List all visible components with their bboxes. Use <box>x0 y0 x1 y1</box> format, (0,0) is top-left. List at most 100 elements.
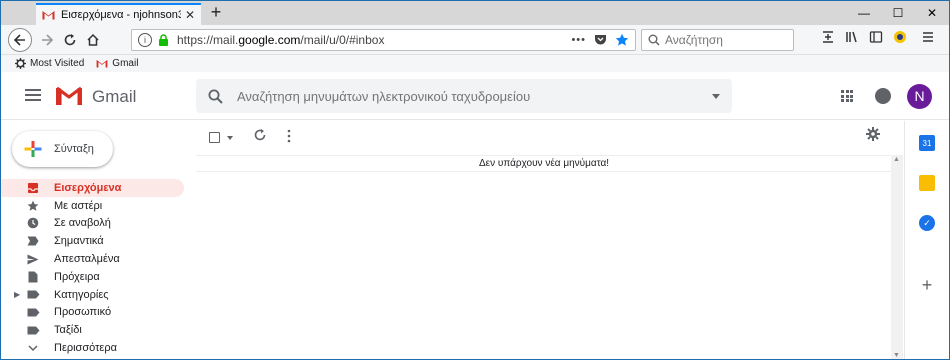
sidebar-item-starred[interactable]: Με αστέρι <box>1 197 191 215</box>
sidebar-item-label: Περισσότερα <box>54 342 117 355</box>
send-icon <box>26 253 40 265</box>
search-icon <box>648 34 660 46</box>
tab-strip: Εισερχόμενα - njohnson3769@ ✕ + — ☐ ✕ <box>1 1 949 25</box>
arrow-right-icon <box>42 34 54 46</box>
gmail-favicon-icon <box>42 11 55 20</box>
lock-icon <box>159 34 168 46</box>
keep-icon[interactable] <box>919 175 935 191</box>
mail-search-bar[interactable] <box>196 79 732 113</box>
url-bar[interactable]: i https://mail.google.com/mail/u/0/#inbo… <box>131 29 636 51</box>
back-button[interactable] <box>8 28 32 52</box>
browser-tab-inbox[interactable]: Εισερχόμενα - njohnson3769@ ✕ <box>36 3 201 25</box>
mail-toolbar <box>196 121 896 153</box>
sidebar-item-sent[interactable]: Απεσταλμένα <box>1 250 191 268</box>
empty-inbox-message: Δεν υπάρχουν νέα μηνύματα! <box>196 155 892 172</box>
maximize-button[interactable]: ☐ <box>881 1 915 25</box>
compose-label: Σύνταξη <box>54 143 94 155</box>
mailbox-nav: Εισερχόμενα Με αστέρι Σε αναβολή Σημαντι… <box>1 179 191 357</box>
clock-icon <box>26 217 40 229</box>
calendar-icon[interactable]: 31 <box>919 135 935 151</box>
minimize-button[interactable]: — <box>847 1 881 25</box>
sidebar-item-label: Σημαντικά <box>54 235 104 248</box>
addons-side-panel: 31 ✓ + <box>904 121 949 359</box>
home-button[interactable] <box>81 28 105 52</box>
sidebar-item-label: Πρόχειρα <box>54 270 100 283</box>
arrow-left-icon <box>13 34 25 46</box>
refresh-icon[interactable] <box>253 128 267 142</box>
extension-icon[interactable] <box>893 30 907 44</box>
page-actions-icon[interactable]: ••• <box>571 34 586 46</box>
sidebar-item-categories[interactable]: ▶ Κατηγορίες <box>1 286 191 304</box>
url-text: https://mail.google.com/mail/u/0/#inbox <box>177 33 385 47</box>
bookmark-most-visited[interactable]: Most Visited <box>15 58 84 69</box>
library-icon[interactable] <box>845 30 859 44</box>
mail-search-input[interactable] <box>237 88 712 104</box>
browser-search-bar[interactable] <box>641 29 794 51</box>
close-window-button[interactable]: ✕ <box>915 1 949 25</box>
mail-list-scrollbar[interactable]: ▲ ▼ <box>891 155 903 359</box>
tab-close-icon[interactable]: ✕ <box>185 8 195 22</box>
gmail-brand: Gmail <box>92 87 137 106</box>
bookmark-label: Gmail <box>112 58 139 69</box>
bookmarks-bar: Most Visited Gmail <box>1 55 949 72</box>
avatar[interactable]: N <box>907 84 932 109</box>
compose-button[interactable]: Σύνταξη <box>12 131 113 167</box>
sidebar-item-snoozed[interactable]: Σε αναβολή <box>1 215 191 233</box>
bookmark-label: Most Visited <box>30 58 85 69</box>
compose-plus-icon <box>24 141 42 157</box>
main-menu-icon[interactable] <box>25 89 41 103</box>
search-options-caret-icon[interactable] <box>712 93 720 99</box>
forward-button[interactable] <box>35 28 59 52</box>
new-tab-button[interactable]: + <box>206 3 226 23</box>
scroll-down-arrow-icon[interactable]: ▼ <box>893 352 900 359</box>
sidebar-item-important[interactable]: Σημαντικά <box>1 232 191 250</box>
select-options-caret-icon[interactable] <box>227 136 233 140</box>
sidebar-item-label: Εισερχόμενα <box>54 181 122 194</box>
sidebar-toggle-icon[interactable] <box>869 30 883 44</box>
get-addons-plus-icon[interactable]: + <box>919 276 935 294</box>
reload-icon <box>64 34 76 46</box>
scroll-up-arrow-icon[interactable]: ▲ <box>893 156 900 163</box>
sidebar-item-label: Σε αναβολή <box>54 217 111 230</box>
reading-list-icon[interactable] <box>821 30 835 44</box>
pocket-icon[interactable] <box>594 34 607 46</box>
sidebar-item-personal[interactable]: Προσωπικό <box>1 304 191 322</box>
mail-list-panel: Δεν υπάρχουν νέα μηνύματα! ▲ ▼ <box>196 121 904 359</box>
sidebar-item-inbox[interactable]: Εισερχόμενα <box>1 179 184 197</box>
tasks-icon[interactable]: ✓ <box>919 215 935 231</box>
menu-icon[interactable] <box>921 30 935 44</box>
google-apps-icon[interactable] <box>841 90 853 102</box>
info-icon[interactable]: i <box>138 33 152 47</box>
reload-button[interactable] <box>58 28 82 52</box>
sidebar-item-label: Με αστέρι <box>54 199 103 212</box>
sidebar-item-label: Προσωπικό <box>54 306 112 319</box>
window-controls: — ☐ ✕ <box>847 1 949 25</box>
bookmark-star-icon[interactable] <box>615 33 629 47</box>
label-icon <box>26 306 40 318</box>
important-icon <box>26 235 40 247</box>
search-icon[interactable] <box>208 89 223 104</box>
label-icon <box>26 289 40 301</box>
more-options-icon[interactable] <box>287 129 291 143</box>
expand-arrow-icon[interactable]: ▶ <box>14 290 20 299</box>
sidebar-item-travel[interactable]: Ταξίδι <box>1 321 191 339</box>
star-icon <box>26 200 40 212</box>
sidebar-item-more[interactable]: Περισσότερα <box>1 339 191 357</box>
sidebar-item-label: Κατηγορίες <box>54 288 109 301</box>
inbox-icon <box>26 182 40 194</box>
sidebar-item-label: Ταξίδι <box>54 324 82 337</box>
gmail-header: Gmail N <box>1 73 949 120</box>
notifications-bell-icon[interactable] <box>875 88 891 104</box>
select-all-checkbox[interactable] <box>209 132 220 143</box>
draft-icon <box>26 271 40 283</box>
gmail-logo-icon[interactable] <box>55 85 83 106</box>
tab-title: Εισερχόμενα - njohnson3769@ <box>61 9 181 21</box>
settings-gear-icon[interactable] <box>866 127 880 141</box>
gmail-icon <box>96 59 108 68</box>
browser-search-input[interactable] <box>665 33 787 47</box>
toolbar-icons <box>821 30 935 44</box>
navigation-toolbar: i https://mail.google.com/mail/u/0/#inbo… <box>1 25 949 55</box>
bookmark-gmail[interactable]: Gmail <box>96 58 138 69</box>
gear-icon <box>15 58 26 69</box>
sidebar-item-drafts[interactable]: Πρόχειρα <box>1 268 191 286</box>
